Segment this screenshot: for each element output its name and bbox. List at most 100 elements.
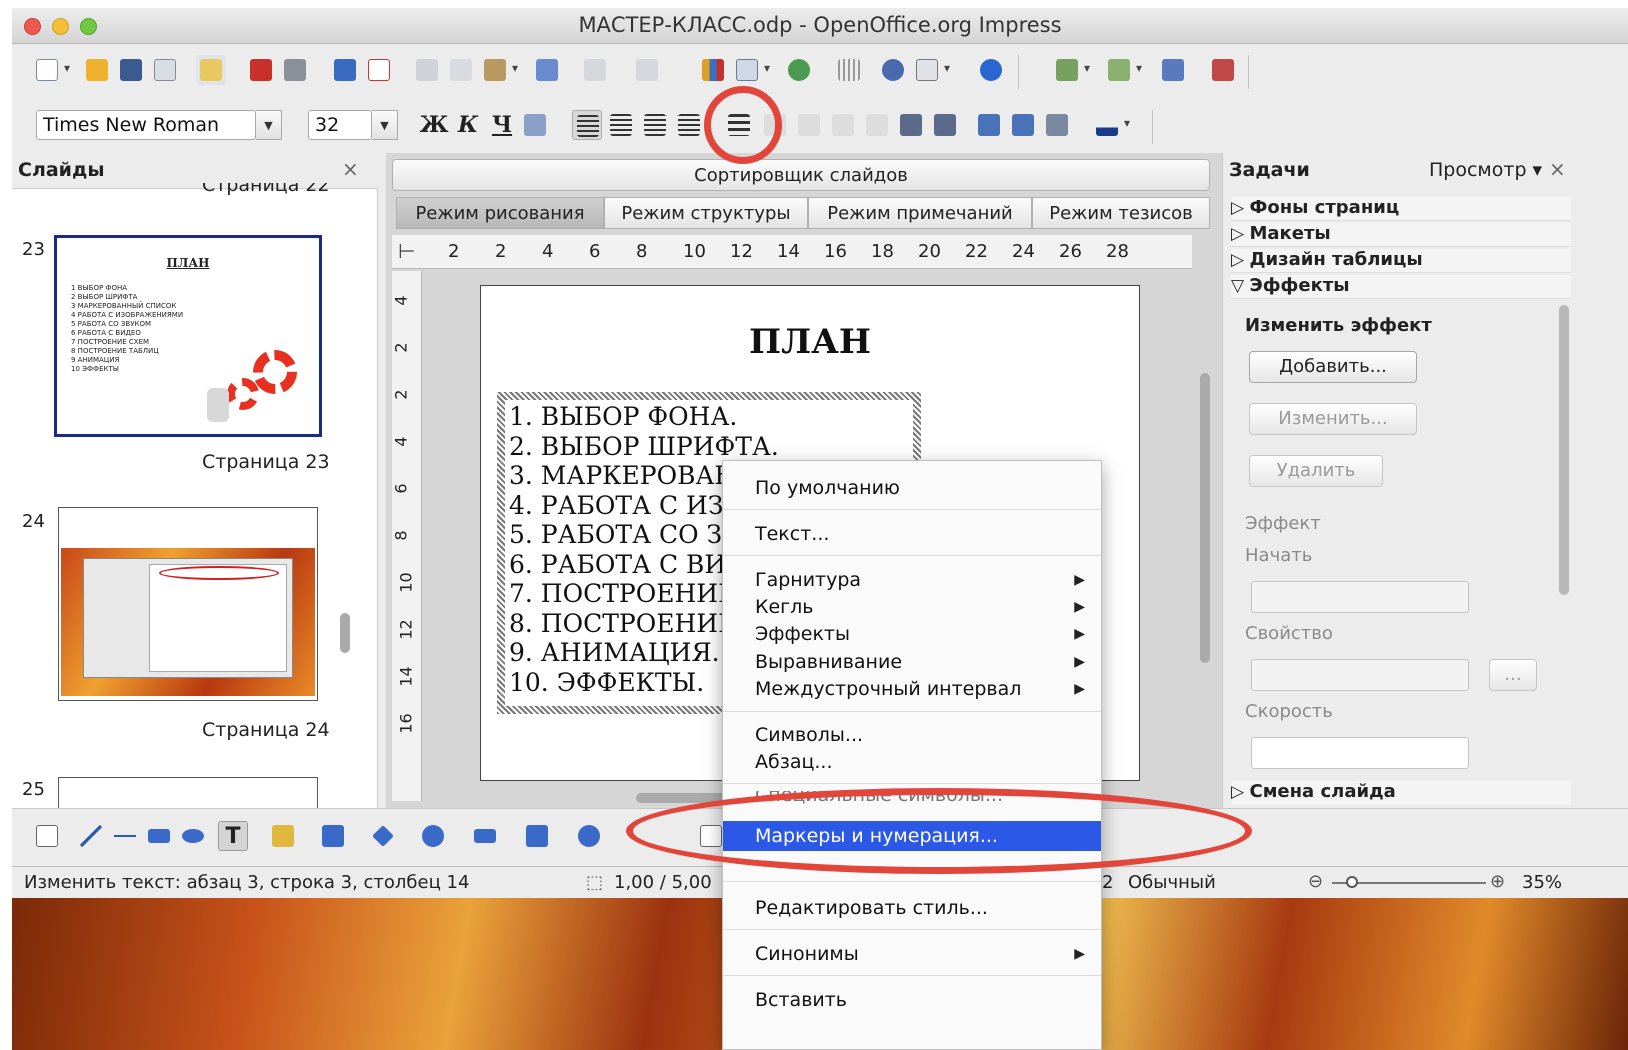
align-left-icon[interactable]	[572, 110, 602, 140]
clone-formatting-icon[interactable]	[532, 55, 562, 85]
line-icon[interactable]	[76, 821, 106, 851]
underline-button[interactable]: Ч	[486, 110, 518, 140]
spellcheck-icon[interactable]	[330, 55, 360, 85]
font-size-combo[interactable]: 32	[308, 110, 372, 140]
autospellcheck-icon[interactable]	[364, 55, 394, 85]
navigator-icon[interactable]	[878, 55, 908, 85]
font-color-icon[interactable]	[1092, 110, 1122, 140]
block-arrows-icon[interactable]	[470, 821, 500, 851]
cut-icon[interactable]	[412, 55, 442, 85]
edit-file-icon[interactable]	[196, 55, 226, 85]
close-panel-icon[interactable]: ×	[1549, 157, 1566, 181]
slide-list-item[interactable]: 2. ВЫБОР ШРИФТА.	[509, 432, 779, 462]
arrow-icon[interactable]	[110, 821, 140, 851]
tab-notes[interactable]: Режим примечаний	[808, 197, 1032, 229]
chart-icon[interactable]	[698, 55, 728, 85]
character-icon[interactable]	[974, 110, 1004, 140]
section-layouts[interactable]: ▷ Макеты	[1231, 223, 1571, 247]
slide-icon[interactable]	[1052, 55, 1082, 85]
help-icon[interactable]	[976, 55, 1006, 85]
zoom-slider-thumb[interactable]	[1346, 876, 1358, 888]
add-effect-button[interactable]: Добавить...	[1249, 351, 1417, 383]
scrollbar-thumb[interactable]	[1200, 373, 1210, 663]
flowchart-icon[interactable]	[522, 821, 552, 851]
callouts-icon[interactable]	[574, 821, 604, 851]
speed-select[interactable]	[1251, 737, 1469, 769]
connector-icon[interactable]	[318, 821, 348, 851]
more-options-button[interactable]: ...	[1489, 659, 1537, 691]
section-page-backgrounds[interactable]: ▷ Фоны страниц	[1231, 197, 1571, 221]
menu-item-effects[interactable]: Эффекты ▶	[723, 619, 1101, 649]
close-panel-icon[interactable]: ×	[342, 157, 359, 181]
basic-shapes-icon[interactable]	[368, 821, 398, 851]
menu-item-line-spacing[interactable]: Междустрочный интервал ▶	[723, 674, 1101, 704]
slide-layout-icon[interactable]	[1104, 55, 1134, 85]
print-icon[interactable]	[280, 55, 310, 85]
curve-icon[interactable]	[268, 821, 298, 851]
menu-item-default[interactable]: По умолчанию	[723, 473, 1101, 503]
slideshow-icon[interactable]	[1208, 55, 1238, 85]
tab-handout[interactable]: Режим тезисов	[1032, 197, 1210, 229]
zoom-icon[interactable]	[912, 55, 942, 85]
menu-item-text[interactable]: Текст...	[723, 519, 1101, 549]
bullets-numbering-icon[interactable]	[1042, 110, 1072, 140]
delete-effect-button[interactable]: Удалить	[1249, 455, 1383, 487]
start-select[interactable]	[1251, 581, 1469, 613]
menu-item-paragraph[interactable]: Абзац...	[723, 747, 1101, 777]
zoom-out-icon[interactable]: ⊖	[1308, 871, 1323, 892]
open-folder-icon[interactable]	[82, 55, 112, 85]
redo-icon[interactable]	[632, 55, 662, 85]
property-select[interactable]	[1251, 659, 1469, 691]
slide-list-item[interactable]: 1. ВЫБОР ФОНА.	[509, 402, 779, 432]
menu-item-characters[interactable]: Символы...	[723, 720, 1101, 750]
tab-outline[interactable]: Режим структуры	[604, 197, 808, 229]
email-icon[interactable]	[150, 55, 180, 85]
rectangle-icon[interactable]	[144, 821, 174, 851]
section-effects[interactable]: ▽ Эффекты	[1231, 275, 1571, 299]
ellipse-icon[interactable]	[178, 821, 208, 851]
text-direction-ltr-icon[interactable]	[896, 110, 926, 140]
undo-icon[interactable]	[580, 55, 610, 85]
justify-icon[interactable]	[674, 110, 704, 140]
menu-item-synonyms[interactable]: Синонимы ▶	[723, 939, 1101, 969]
menu-item-edit-style[interactable]: Редактировать стиль...	[723, 893, 1101, 923]
font-name-combo[interactable]: Times New Roman	[36, 110, 256, 140]
symbol-shapes-icon[interactable]	[418, 821, 448, 851]
italic-button[interactable]: К	[452, 110, 484, 140]
menu-item-typeface[interactable]: Гарнитура ▶	[723, 565, 1101, 595]
scrollbar-thumb[interactable]	[340, 613, 350, 653]
section-table-design[interactable]: ▷ Дизайн таблицы	[1231, 249, 1571, 273]
change-effect-button[interactable]: Изменить...	[1249, 403, 1417, 435]
text-tool-icon[interactable]: T	[218, 821, 248, 851]
move-down-icon[interactable]	[862, 110, 892, 140]
save-icon[interactable]	[116, 55, 146, 85]
view-menu[interactable]: Просмотр ▾	[1429, 159, 1542, 181]
align-center-icon[interactable]	[606, 110, 636, 140]
export-pdf-icon[interactable]	[246, 55, 276, 85]
scrollbar-thumb[interactable]	[1559, 305, 1569, 595]
text-direction-rtl-icon[interactable]	[930, 110, 960, 140]
demote-icon[interactable]	[794, 110, 824, 140]
tab-drawing[interactable]: Режим рисования	[396, 197, 604, 229]
move-up-icon[interactable]	[828, 110, 858, 140]
slide-design-icon[interactable]	[1158, 55, 1188, 85]
bold-button[interactable]: Ж	[418, 110, 450, 140]
slide-title[interactable]: ПЛАН	[481, 322, 1139, 362]
paragraph-icon[interactable]	[1008, 110, 1038, 140]
menu-item-size[interactable]: Кегль ▶	[723, 592, 1101, 622]
grid-icon[interactable]	[834, 55, 864, 85]
section-slide-transition[interactable]: ▷ Смена слайда	[1231, 781, 1571, 805]
slide-thumbnail-23[interactable]: ПЛАН 1 ВЫБОР ФОНА 2 ВЫБОР ШРИФТА 3 МАРКЕРО…	[54, 235, 322, 437]
paste-icon[interactable]	[480, 55, 510, 85]
shadow-icon[interactable]	[520, 110, 550, 140]
font-name-dropdown[interactable]: ▼	[256, 110, 282, 140]
tab-slide-sorter[interactable]: Сортировщик слайдов	[392, 159, 1210, 191]
copy-icon[interactable]	[446, 55, 476, 85]
zoom-in-icon[interactable]: ⊕	[1490, 871, 1505, 892]
table-icon[interactable]	[732, 55, 762, 85]
align-right-icon[interactable]	[640, 110, 670, 140]
select-icon[interactable]	[32, 821, 62, 851]
globe-icon[interactable]	[784, 55, 814, 85]
menu-item-paste[interactable]: Вставить	[723, 985, 1101, 1015]
font-size-dropdown[interactable]: ▼	[372, 110, 398, 140]
